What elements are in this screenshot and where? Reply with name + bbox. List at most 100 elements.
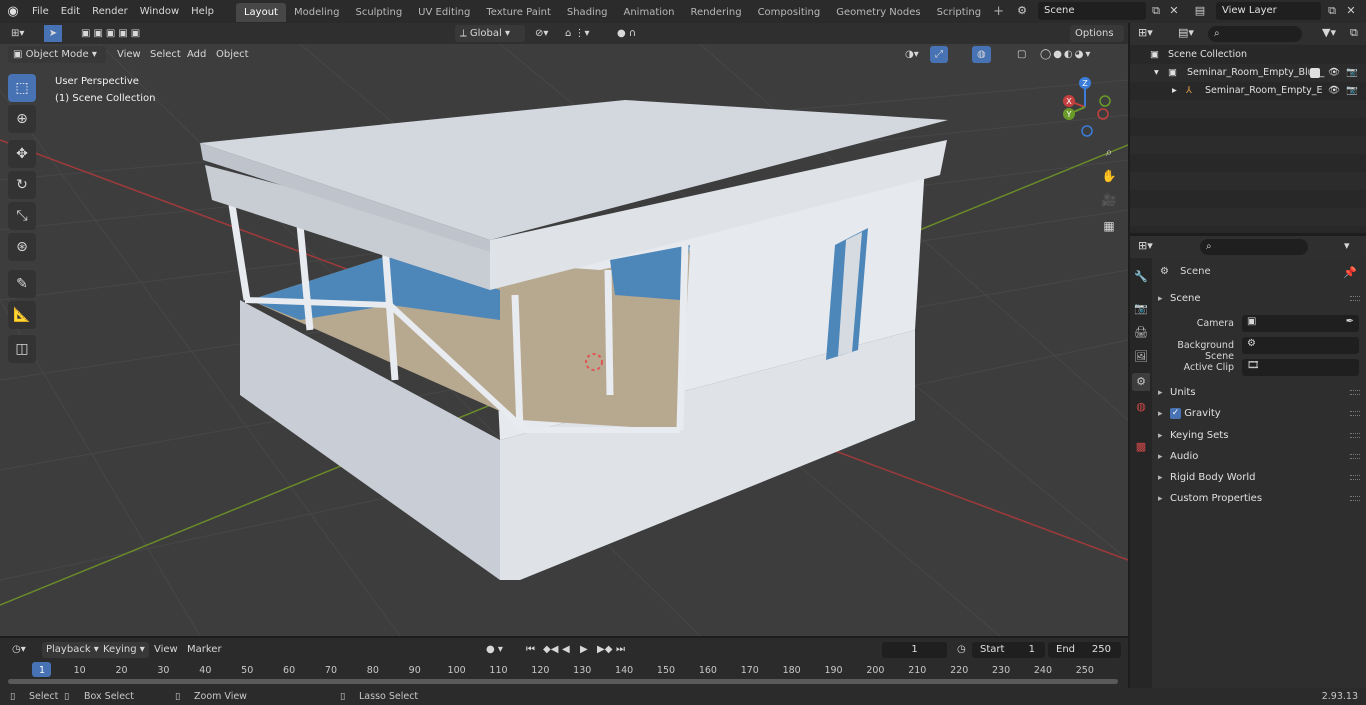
perspective-toggle-icon[interactable]: ▦ [1097, 215, 1121, 237]
end-frame-field[interactable]: End 250 [1048, 642, 1121, 658]
outliner-row-scene-collection[interactable]: ▣ Scene Collection [1130, 46, 1366, 64]
snap-icon[interactable]: ⌂ ⋮▾ [560, 25, 595, 42]
proportional-edit-icon[interactable]: ● ∩ [612, 25, 641, 42]
audio-panel[interactable]: Audio [1152, 447, 1366, 467]
outliner-editor-icon[interactable]: ⊞▾ [1138, 26, 1153, 39]
tab-sculpting[interactable]: Sculpting [347, 3, 410, 22]
tab-scripting[interactable]: Scripting [929, 3, 989, 22]
units-panel[interactable]: Units [1152, 383, 1366, 403]
play-icon[interactable]: ▶ [576, 642, 592, 658]
scene-tab-icon[interactable]: ⚙ [1132, 373, 1150, 391]
new-collection-icon[interactable]: ⧉ [1350, 26, 1358, 40]
new-view-layer-icon[interactable]: ⧉ [1324, 3, 1340, 19]
menu-window[interactable]: Window [134, 0, 185, 23]
filter-icon[interactable]: ▼▾ [1322, 26, 1336, 39]
overlay-toggle-icon[interactable]: ◍ [972, 46, 991, 63]
custom-properties-panel[interactable]: Custom Properties [1152, 489, 1366, 509]
select-box-tool[interactable]: ⬚ [8, 74, 36, 102]
timeline-editor-icon[interactable]: ◷▾ [8, 642, 30, 658]
add-cube-tool[interactable]: ◫ [8, 335, 36, 363]
start-frame-field[interactable]: Start 1 [972, 642, 1045, 658]
grip-icon[interactable] [1350, 475, 1360, 480]
object-mode-dropdown[interactable]: ▣ Object Mode ▾ [8, 46, 106, 63]
camera-render-icon[interactable]: 📷 [1346, 64, 1358, 82]
active-clip-field[interactable]: 🎞 [1242, 359, 1359, 376]
expand-arrow-icon[interactable]: ▸ [1172, 82, 1177, 100]
gravity-panel[interactable]: ✓ Gravity [1152, 404, 1366, 424]
world-tab-icon[interactable]: ◍ [1132, 398, 1150, 416]
menu-edit[interactable]: Edit [55, 0, 86, 23]
measure-tool[interactable]: 📐 [8, 301, 36, 329]
menu-add[interactable]: Add [182, 46, 211, 63]
grip-icon[interactable] [1350, 296, 1360, 301]
properties-editor-icon[interactable]: ⊞▾ [1138, 239, 1153, 252]
tab-geometry-nodes[interactable]: Geometry Nodes [828, 3, 928, 22]
timeline-scrollbar[interactable] [8, 679, 1118, 684]
pan-hand-icon[interactable]: ✋ [1097, 165, 1121, 187]
background-scene-field[interactable]: ⚙ [1242, 337, 1359, 354]
jump-end-icon[interactable]: ⏭ [612, 642, 629, 658]
scene-icon[interactable]: ⚙ [1014, 3, 1030, 19]
menu-help[interactable]: Help [185, 0, 220, 23]
current-frame-field[interactable]: 1 [882, 642, 947, 658]
render-tab-icon[interactable]: 📷 [1132, 300, 1150, 318]
cursor-tool[interactable]: ⊕ [8, 105, 36, 133]
editor-type-icon[interactable]: ⊞▾ [6, 25, 29, 42]
texture-tab-icon[interactable]: ▩ [1132, 438, 1150, 456]
eye-icon[interactable]: 👁 [1328, 64, 1340, 82]
properties-search-input[interactable]: ⌕ [1200, 239, 1308, 255]
select-tool-icon[interactable]: ➤ [44, 25, 62, 42]
add-workspace-icon[interactable]: + [993, 4, 1004, 19]
menu-select[interactable]: Select [145, 46, 186, 63]
delete-view-layer-icon[interactable]: ✕ [1343, 3, 1359, 19]
delete-scene-icon[interactable]: ✕ [1166, 3, 1182, 19]
options-dropdown[interactable]: Options ▾ [1070, 25, 1124, 56]
grip-icon[interactable] [1350, 454, 1360, 459]
output-tab-icon[interactable]: 🖨 [1132, 324, 1150, 342]
view-layer-selector[interactable]: View Layer [1216, 2, 1321, 20]
grip-icon[interactable] [1350, 496, 1360, 501]
navigation-gizmo[interactable]: Z X Y [1055, 74, 1115, 144]
grip-icon[interactable] [1350, 411, 1360, 416]
menu-object[interactable]: Object [211, 46, 254, 63]
display-mode-icon[interactable]: ▤▾ [1178, 26, 1194, 39]
menu-keying[interactable]: Keying ▾ [99, 642, 149, 658]
camera-render-icon[interactable]: 📷 [1346, 82, 1358, 100]
play-reverse-icon[interactable]: ◀ [558, 642, 574, 658]
gravity-checkbox[interactable]: ✓ [1170, 407, 1181, 419]
blender-logo-icon[interactable]: ◉ [0, 4, 26, 19]
camera-view-icon[interactable]: 🎥 [1097, 189, 1121, 211]
exclude-checkbox[interactable] [1310, 68, 1320, 78]
3d-viewport[interactable]: User Perspective (1) Scene Collection ⬚ … [0, 44, 1128, 636]
outliner-row-collection[interactable]: ▾ ▣ Seminar_Room_Empty_Blue_ 👁 📷 [1130, 64, 1366, 82]
tab-layout[interactable]: Layout [235, 3, 286, 22]
tab-rendering[interactable]: Rendering [682, 3, 749, 22]
rotate-tool[interactable]: ↻ [8, 171, 36, 199]
pivot-icon[interactable]: ⊘▾ [530, 25, 553, 42]
outliner-search-input[interactable]: ⌕ [1208, 26, 1302, 42]
menu-render[interactable]: Render [86, 0, 134, 23]
shading-modes-icons[interactable]: ◯●◐◕▾ [1035, 46, 1097, 63]
view-layer-tab-icon[interactable]: 🖼 [1132, 348, 1150, 366]
new-scene-icon[interactable]: ⧉ [1148, 3, 1164, 19]
scale-tool[interactable]: ⤡ [8, 202, 36, 230]
move-tool[interactable]: ✥ [8, 140, 36, 168]
view-layer-icon[interactable]: ▤ [1192, 3, 1208, 19]
menu-file[interactable]: File [26, 0, 55, 23]
annotate-tool[interactable]: ✎ [8, 270, 36, 298]
grip-icon[interactable] [1350, 390, 1360, 395]
tab-modeling[interactable]: Modeling [286, 3, 348, 22]
transform-tool[interactable]: ⊛ [8, 233, 36, 261]
jump-start-icon[interactable]: ⏮ [522, 642, 539, 658]
expand-arrow-icon[interactable]: ▾ [1154, 64, 1159, 82]
tab-texture-paint[interactable]: Texture Paint [478, 3, 559, 22]
orientation-dropdown[interactable]: ⟂ Global ▾ [455, 25, 525, 42]
rigid-body-world-panel[interactable]: Rigid Body World [1152, 468, 1366, 488]
properties-options-icon[interactable]: ▾ [1344, 239, 1350, 252]
menu-view-timeline[interactable]: View [150, 642, 182, 658]
menu-view[interactable]: View [112, 46, 146, 63]
scene-selector[interactable]: Scene [1038, 2, 1146, 20]
tab-uv-editing[interactable]: UV Editing [410, 3, 478, 22]
menu-playback[interactable]: Playback ▾ [42, 642, 103, 658]
eyedropper-icon[interactable]: ✒ [1346, 316, 1354, 327]
